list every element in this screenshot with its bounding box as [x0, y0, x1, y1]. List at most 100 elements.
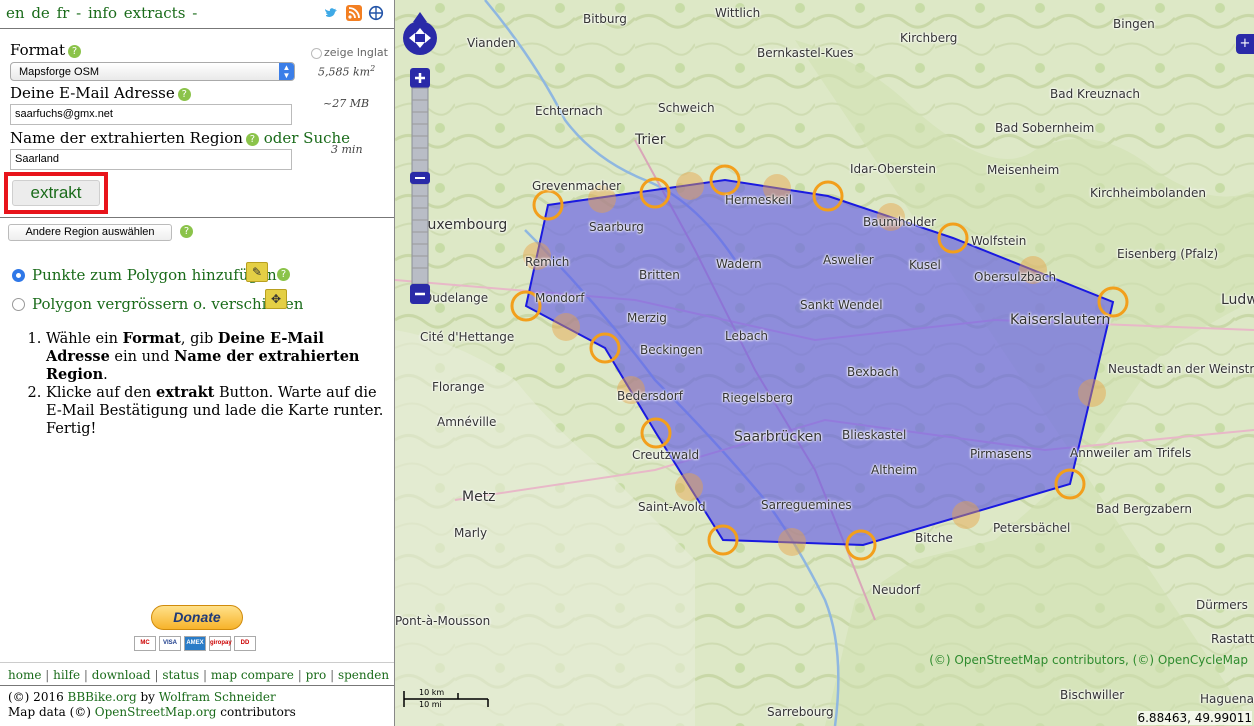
polygon-midpoint[interactable] — [552, 313, 580, 341]
email-help-icon[interactable]: ? — [177, 87, 191, 101]
region-name-field[interactable]: Saarland — [10, 149, 292, 170]
add-points-label[interactable]: Punkte zum Polygon hinzufügen — [32, 266, 277, 284]
donate-button[interactable]: Donate — [151, 605, 243, 630]
payment-cards: MC VISA AMEX giropay DD — [134, 636, 256, 651]
language-bar: en de fr - info extracts - — [6, 4, 199, 22]
town-label: Baumholder — [863, 215, 937, 229]
select-arrows-icon: ▲ ▼ — [279, 63, 294, 80]
town-label: Britten — [639, 268, 680, 282]
giropay-icon: giropay — [209, 636, 232, 651]
scale-mi: 10 mi — [419, 700, 442, 709]
instructions-list: Wähle ein Format, gib Deine E-Mail Adres… — [16, 330, 391, 438]
town-label: Wadern — [716, 257, 762, 271]
lang-de-link[interactable]: de — [31, 4, 49, 22]
town-label: Eisenberg (Pfalz) — [1117, 247, 1219, 261]
amex-icon: AMEX — [184, 636, 206, 651]
footer-link-spenden[interactable]: spenden — [338, 668, 389, 682]
footer-link-hilfe[interactable]: hilfe — [53, 668, 80, 682]
move-arrows-icon[interactable]: ✥ — [265, 289, 287, 309]
copyright: (©) 2016 BBBike.org by Wolfram Schneider… — [8, 690, 296, 719]
footer-link-download[interactable]: download — [92, 668, 151, 682]
town-label: Florange — [432, 380, 485, 394]
lnglat-radio[interactable] — [311, 47, 322, 59]
twitter-icon[interactable] — [324, 5, 340, 21]
polygon-help-icon[interactable]: ? — [277, 268, 290, 281]
town-label: Vianden — [467, 36, 516, 50]
instruction-step-2: Klicke auf den extrakt Button. Warte auf… — [46, 384, 391, 438]
town-label: Bitche — [915, 531, 953, 545]
info-link[interactable]: info — [88, 4, 117, 22]
divider-bottom — [0, 685, 394, 686]
time-readout: 3 min — [331, 143, 363, 156]
osm-link[interactable]: OpenStreetMap.org — [95, 705, 217, 719]
extrakt-button[interactable]: extrakt — [12, 180, 100, 206]
polygon-midpoint[interactable] — [952, 501, 980, 529]
town-label: Bexbach — [847, 365, 899, 379]
pan-up-icon[interactable] — [413, 12, 427, 22]
add-points-radio[interactable] — [12, 269, 25, 282]
footer-link-status[interactable]: status — [162, 668, 199, 682]
wand-add-icon[interactable]: ✎ — [246, 262, 268, 282]
extracts-link[interactable]: extracts — [124, 4, 186, 22]
town-label: Bedersdorf — [617, 389, 683, 403]
town-label: Creutzwald — [632, 448, 700, 462]
format-help-icon[interactable]: ? — [67, 44, 81, 58]
rss-icon[interactable] — [346, 5, 362, 21]
polygon-midpoint[interactable] — [778, 528, 806, 556]
zoom-control — [410, 68, 430, 304]
zoom-slider-track[interactable] — [411, 87, 429, 285]
region-help-icon[interactable]: ? — [245, 132, 259, 146]
region-label-text: Name der extrahierten Region — [10, 129, 243, 147]
bbbike-link[interactable]: BBBike.org — [68, 690, 137, 704]
scale-km: 10 km — [419, 688, 445, 697]
pan-control — [400, 8, 440, 60]
town-label: Ludw — [1221, 292, 1254, 308]
footer-link-pro[interactable]: pro — [306, 668, 327, 682]
town-label: Saint-Avold — [638, 500, 706, 514]
lang-fr-link[interactable]: fr — [57, 4, 70, 22]
map-canvas[interactable]: Bitburg Wittlich Kirchberg Bingen Viande… — [395, 0, 1254, 726]
polygon-midpoint[interactable] — [676, 172, 704, 200]
map-attribution[interactable]: (©) OpenStreetMap contributors, (©) Open… — [929, 653, 1248, 667]
town-label: Sarrebourg — [767, 705, 834, 719]
town-label: Kirchheimbolanden — [1090, 186, 1206, 200]
divider-mid — [0, 217, 394, 218]
town-label: Amnéville — [437, 415, 497, 429]
extrakt-highlight: extrakt — [4, 172, 108, 214]
format-select[interactable]: Mapsforge OSM ▲ ▼ — [10, 62, 295, 81]
town-label: Bernkastel-Kues — [757, 46, 854, 60]
move-polygon-radio[interactable] — [12, 298, 25, 311]
divider-top — [0, 28, 394, 29]
lang-en-link[interactable]: en — [6, 4, 25, 22]
town-label: Kusel — [909, 258, 941, 272]
show-lnglat-label: zeige lnglat — [324, 46, 388, 59]
area-readout: 5,585 km2 — [318, 64, 375, 79]
divider-footer — [0, 662, 394, 663]
email-label-text: Deine E-Mail Adresse — [10, 84, 175, 102]
region-field-value: Saarland — [15, 153, 60, 165]
town-label: Neudorf — [872, 583, 921, 597]
other-region-help-icon[interactable]: ? — [180, 225, 193, 238]
show-lnglat-toggle[interactable]: zeige lnglat — [311, 46, 388, 59]
town-label: Hermeskeil — [725, 193, 793, 207]
town-label: Aswelier — [823, 253, 874, 267]
town-label: Pirmasens — [970, 447, 1032, 461]
polygon-midpoint[interactable] — [1078, 379, 1106, 407]
polygon-midpoint[interactable] — [675, 473, 703, 501]
town-label: Rastatt — [1211, 632, 1254, 646]
move-polygon-label[interactable]: Polygon vergrössern o. verschieben — [32, 295, 303, 313]
town-label: Altheim — [871, 463, 918, 477]
crosshair-icon[interactable] — [368, 5, 384, 21]
town-label: Kaiserslautern — [1010, 312, 1111, 328]
town-label: Sankt Wendel — [800, 298, 883, 312]
town-label: Beckingen — [640, 343, 703, 357]
town-label: Bischwiller — [1060, 688, 1125, 702]
email-field[interactable]: saarfuchs@gmx.net — [10, 104, 292, 125]
layer-switcher-icon[interactable]: + — [1236, 34, 1254, 54]
footer-link-home[interactable]: home — [8, 668, 41, 682]
other-region-button[interactable]: Andere Region auswählen — [8, 224, 172, 241]
town-label: Remich — [525, 255, 570, 269]
town-label: Metz — [462, 489, 496, 505]
footer-link-map-compare[interactable]: map compare — [211, 668, 294, 682]
author-link[interactable]: Wolfram Schneider — [159, 690, 276, 704]
